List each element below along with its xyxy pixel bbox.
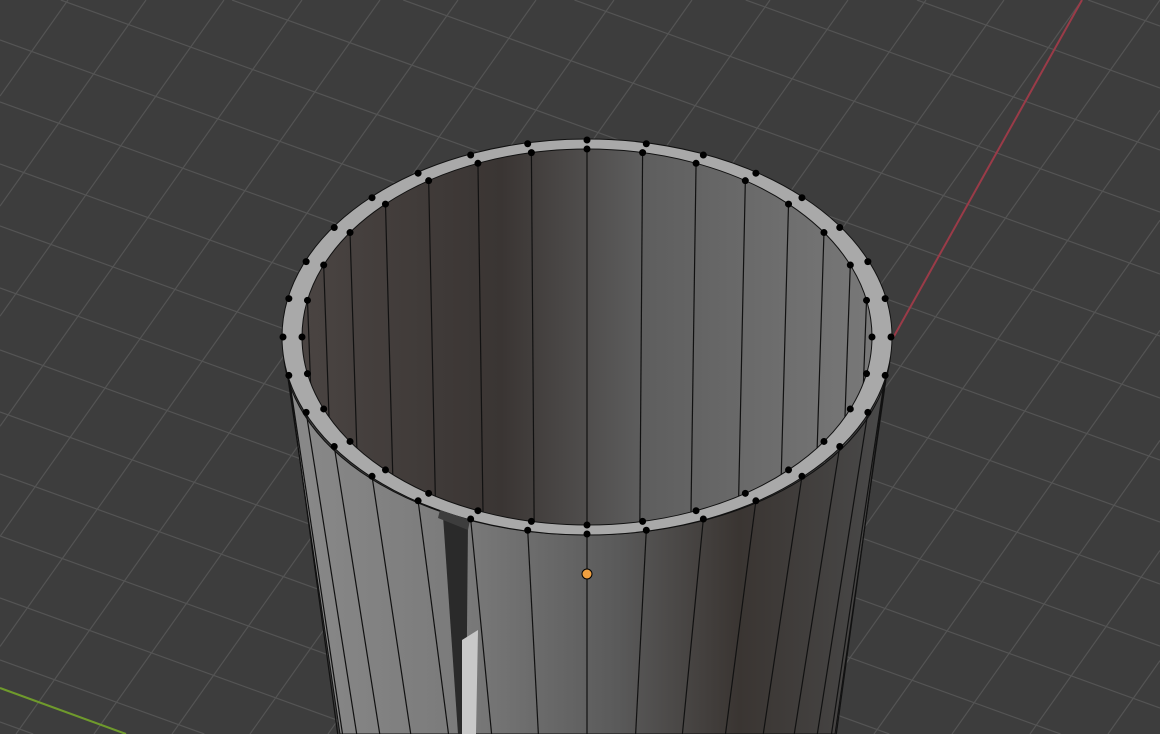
grid-line: [873, 329, 1160, 734]
grid-line: [1087, 0, 1160, 27]
x-axis-line: [892, 0, 1083, 339]
vertex: [642, 140, 650, 148]
vertex: [583, 521, 591, 529]
vertex: [785, 200, 793, 208]
grid-line: [0, 0, 147, 207]
vertex: [798, 194, 806, 202]
vertex: [414, 497, 422, 505]
vertex: [368, 194, 376, 202]
vertex: [642, 526, 650, 534]
vertex: [467, 515, 475, 523]
grid-line: [1029, 550, 1160, 734]
vertex: [474, 507, 482, 515]
vertex: [583, 530, 591, 538]
grid-line: [0, 597, 376, 734]
vertex: [583, 136, 591, 144]
vertex: [279, 333, 287, 341]
vertex: [863, 296, 871, 304]
selected-vertex[interactable]: [581, 568, 593, 580]
vertex: [527, 149, 535, 157]
vertex: [302, 408, 310, 416]
vertex: [303, 370, 311, 378]
vertex: [836, 224, 844, 232]
vertex: [414, 169, 422, 177]
vertex: [864, 408, 872, 416]
vertex: [346, 437, 354, 445]
vertex: [820, 229, 828, 237]
vertex: [298, 333, 306, 341]
vertex: [752, 169, 760, 177]
vertex: [346, 229, 354, 237]
vertex: [285, 295, 293, 303]
vertex: [524, 140, 532, 148]
grid-line: [1107, 660, 1160, 734]
vertex: [836, 442, 844, 450]
grid-line: [745, 0, 1160, 151]
y-axis-line: [0, 687, 127, 734]
vertex: [846, 261, 854, 269]
vertex: [699, 151, 707, 159]
vertex: [887, 333, 895, 341]
vertex: [320, 261, 328, 269]
vertex: [583, 145, 591, 153]
vertex: [692, 507, 700, 515]
vertex: [320, 405, 328, 413]
vertex: [285, 371, 293, 379]
vertex: [820, 437, 828, 445]
viewport-canvas[interactable]: [0, 0, 1160, 734]
vertex: [741, 177, 749, 185]
vertex: [368, 472, 376, 480]
vertex: [330, 224, 338, 232]
vertex: [863, 370, 871, 378]
vertex: [752, 497, 760, 505]
vertex: [425, 177, 433, 185]
vertex: [881, 295, 889, 303]
vertex: [425, 489, 433, 497]
vertex: [330, 442, 338, 450]
vertex: [864, 258, 872, 266]
vertex: [474, 159, 482, 167]
vertex: [846, 405, 854, 413]
vertex: [741, 489, 749, 497]
vertex: [302, 258, 310, 266]
vertex: [798, 472, 806, 480]
vertex: [868, 333, 876, 341]
vertex: [381, 200, 389, 208]
3d-viewport[interactable]: [0, 0, 1160, 734]
vertex: [467, 151, 475, 159]
vertex: [639, 149, 647, 157]
vertex: [639, 517, 647, 525]
grid-line: [0, 0, 303, 427]
vertex: [699, 515, 707, 523]
gap-inner-face: [462, 630, 478, 734]
vertex: [524, 526, 532, 534]
vertex: [303, 296, 311, 304]
vertex: [881, 371, 889, 379]
vertex: [692, 159, 700, 167]
grid-line: [0, 0, 69, 97]
vertex: [381, 466, 389, 474]
vertex: [527, 517, 535, 525]
vertex: [785, 466, 793, 474]
